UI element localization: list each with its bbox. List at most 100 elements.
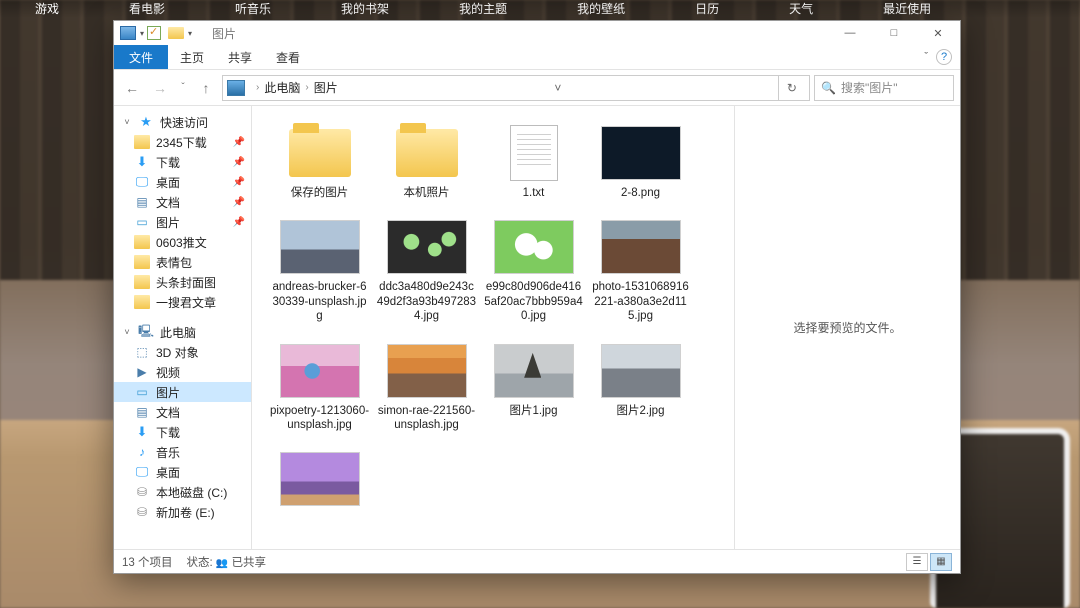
ribbon-tab-view[interactable]: 查看 [264,45,312,69]
qat-folder-icon[interactable] [166,24,186,42]
sidebar-item-label: 文档 [156,404,180,421]
sidebar-item[interactable]: ▤文档📌 [114,192,251,212]
breadcrumb[interactable]: 此电脑 [264,79,300,96]
sidebar-item[interactable]: 2345下载 📌 [114,132,251,152]
desktop-toolbar-item[interactable]: 听音乐 [200,0,306,17]
minimize-button[interactable]: — [828,21,872,45]
pin-icon: 📌 [233,137,245,148]
sidebar-group[interactable]: ˅🖳此电脑 [114,322,251,342]
sidebar-item[interactable]: 🖵桌面📌 [114,172,251,192]
file-item[interactable]: 2-8.png [587,120,694,204]
address-dropdown-icon[interactable]: ˅ [548,81,567,95]
ribbon-tab-home[interactable]: 主页 [168,45,216,69]
sidebar-item-label: 一搜君文章 [156,294,216,311]
status-state: 状态: 👥 已共享 [187,554,267,570]
view-thumbnails-button[interactable]: ▦ [930,553,952,571]
sidebar-item-label: 2345下载 [156,134,207,151]
chevron-right-icon[interactable]: › [256,82,259,93]
file-item[interactable]: 图片1.jpg [480,338,587,437]
sidebar-item[interactable]: 0603推文 [114,232,251,252]
desktop-toolbar-item[interactable]: 最近使用 [848,0,966,17]
file-item[interactable]: simon-rae-221560-unsplash.jpg [373,338,480,437]
image-thumbnail [601,220,681,274]
image-thumbnail [601,344,681,398]
sidebar-item[interactable]: ▭图片 [114,382,251,402]
ribbon-file-tab[interactable]: 文件 [114,45,168,69]
qat-app-icon[interactable] [118,24,138,42]
sidebar-item-label: 表情包 [156,254,192,271]
folder-icon [134,295,150,309]
file-list-area[interactable]: 保存的图片本机照片 1.txt 2-8.png andreas-brucker-630… [252,106,734,549]
sidebar-item[interactable]: 表情包 [114,252,251,272]
sidebar-item[interactable]: ▤文档 [114,402,251,422]
close-button[interactable]: ✕ [916,21,960,45]
file-item[interactable] [266,446,373,516]
sidebar-item[interactable]: ⛁新加卷 (E:) [114,502,251,522]
sidebar-item[interactable]: 一搜君文章 [114,292,251,312]
ribbon-expand-icon[interactable]: ˇ [916,45,936,69]
file-label: 2-8.png [621,186,660,200]
pin-icon: 📌 [233,197,245,208]
sidebar-item[interactable]: ▭图片📌 [114,212,251,232]
address-bar[interactable]: › 此电脑 › 图片 ˅ ↻ [222,75,810,101]
sidebar-item-label: 3D 对象 [156,344,199,361]
sidebar-item[interactable]: ♪音乐 [114,442,251,462]
file-label: simon-rae-221560-unsplash.jpg [377,404,477,433]
qat-properties-icon[interactable] [144,24,164,42]
expand-icon[interactable]: ˅ [122,327,132,337]
object-icon: ⬚ [134,345,150,359]
file-item[interactable]: 图片2.jpg [587,338,694,437]
address-bar-row: ← → ˇ ↑ › 此电脑 › 图片 ˅ ↻ 🔍 搜索"图片" [114,70,960,106]
recent-locations-icon[interactable]: ˇ [176,76,190,100]
refresh-button[interactable]: ↻ [778,76,805,100]
sidebar-item-label: 视频 [156,364,180,381]
file-item[interactable]: photo-1531068916221-a380a3e2d115.jpg [587,214,694,327]
desktop-toolbar-item[interactable]: 我的壁纸 [542,0,660,17]
sidebar-item-label: 下载 [156,154,180,171]
back-button[interactable]: ← [120,76,144,100]
file-item[interactable]: 1.txt [480,120,587,204]
maximize-button[interactable]: □ [872,21,916,45]
desktop-toolbar-item[interactable]: 看电影 [94,0,200,17]
sidebar-item[interactable]: ⬇下载 [114,422,251,442]
expand-icon[interactable]: ˅ [122,117,132,127]
desktop-toolbar-item[interactable]: 日历 [660,0,754,17]
file-item[interactable]: 保存的图片 [266,120,373,204]
file-label: e99c80d906de4165af20ac7bbb959a40.jpg [484,280,584,323]
file-item[interactable]: andreas-brucker-630339-unsplash.jpg [266,214,373,327]
file-label: andreas-brucker-630339-unsplash.jpg [270,280,370,323]
nav-sidebar[interactable]: ˅★快速访问2345下载📌⬇下载📌🖵桌面📌▤文档📌▭图片📌0603推文表情包头条… [114,106,252,549]
sidebar-item-label: 下载 [156,424,180,441]
disk-icon: ⛁ [134,485,150,499]
file-item[interactable]: ddc3a480d9e243c49d2f3a93b4972834.jpg [373,214,480,327]
view-details-button[interactable]: ☰ [906,553,928,571]
up-button[interactable]: ↑ [194,76,218,100]
file-label: 1.txt [523,186,545,200]
sidebar-group[interactable]: ˅★快速访问 [114,112,251,132]
quickaccess-icon: ★ [138,115,154,129]
titlebar[interactable]: ▾ ▾ 图片 — □ ✕ [114,21,960,45]
sidebar-item[interactable]: 头条封面图 [114,272,251,292]
file-item[interactable]: e99c80d906de4165af20ac7bbb959a40.jpg [480,214,587,327]
file-item[interactable]: pixpoetry-1213060-unsplash.jpg [266,338,373,437]
breadcrumb[interactable]: 图片 [314,79,338,96]
image-thumbnail [494,220,574,274]
help-icon[interactable]: ? [936,49,952,65]
search-input[interactable]: 🔍 搜索"图片" [814,75,954,101]
sidebar-item-label: 头条封面图 [156,274,216,291]
sidebar-item[interactable]: ▶视频 [114,362,251,382]
sidebar-item[interactable]: ⬇下载📌 [114,152,251,172]
desktop-toolbar-item[interactable]: 天气 [754,0,848,17]
desktop-toolbar-item[interactable]: 我的书架 [306,0,424,17]
sidebar-item[interactable]: ⛁本地磁盘 (C:) [114,482,251,502]
ribbon-tab-share[interactable]: 共享 [216,45,264,69]
file-label: 图片2.jpg [617,404,665,418]
desktop-toolbar-item[interactable]: 我的主题 [424,0,542,17]
pictures-icon: ▭ [134,385,150,399]
file-item[interactable]: 本机照片 [373,120,480,204]
desktop-toolbar-item[interactable]: 游戏 [0,0,94,17]
sidebar-item[interactable]: 🖵桌面 [114,462,251,482]
forward-button[interactable]: → [148,76,172,100]
sidebar-item[interactable]: ⬚ 3D 对象 [114,342,251,362]
chevron-right-icon[interactable]: › [305,82,308,93]
